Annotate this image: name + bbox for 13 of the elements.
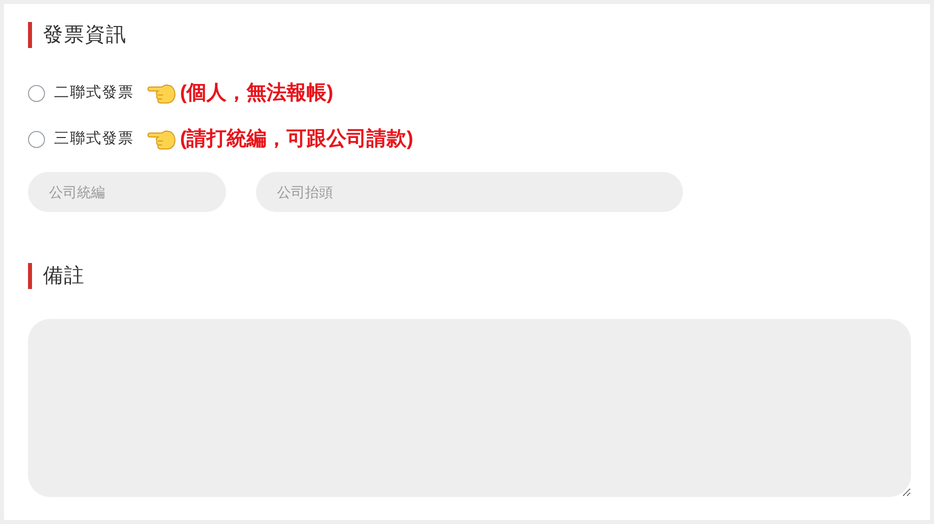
note-text: (個人，無法報帳): [180, 81, 334, 106]
section-title: 發票資訊: [43, 23, 127, 48]
remarks-field[interactable]: [28, 319, 911, 497]
radio-label[interactable]: 二聯式發票: [54, 82, 134, 104]
accent-bar: [28, 263, 32, 289]
section-title: 備註: [43, 264, 85, 289]
input-field[interactable]: 公司統編: [28, 172, 226, 212]
input-field[interactable]: 公司抬頭: [256, 172, 683, 212]
radio-button[interactable]: [28, 130, 45, 148]
note-text: (請打統編，可跟公司請款): [180, 127, 414, 152]
radio-label[interactable]: 三聯式發票: [54, 128, 134, 150]
radio-button[interactable]: [28, 84, 45, 102]
accent-bar: [28, 22, 32, 48]
